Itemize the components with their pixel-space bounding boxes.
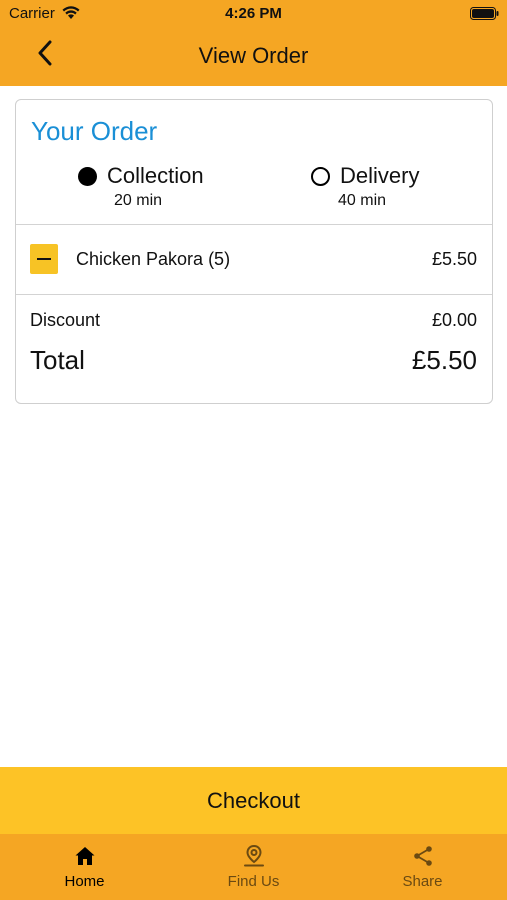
share-icon [411, 844, 435, 868]
nav-bar: View Order [0, 28, 507, 86]
header: Carrier 4:26 PM View Order [0, 0, 507, 86]
status-bar: Carrier 4:26 PM [0, 0, 507, 28]
collection-option[interactable]: Collection 20 min [78, 162, 268, 210]
battery-icon [470, 7, 499, 20]
order-card: Your Order Collection 20 min Delivery 40… [15, 99, 493, 404]
location-pin-icon [242, 844, 266, 868]
tab-find-us[interactable]: Find Us [169, 834, 338, 900]
collection-time: 20 min [114, 192, 163, 209]
total-value: £5.50 [411, 345, 477, 375]
collection-radio-selected-icon[interactable] [78, 166, 97, 186]
tab-home[interactable]: Home [0, 834, 169, 900]
delivery-label: Delivery [340, 163, 420, 188]
tab-bar: Home Find Us Share [0, 834, 507, 900]
status-time: 4:26 PM [225, 5, 282, 22]
item-name: Chicken Pakora (5) [76, 249, 231, 269]
total-label: Total [30, 345, 85, 375]
item-price: £5.50 [431, 249, 477, 269]
delivery-option[interactable]: Delivery 40 min [311, 162, 481, 210]
discount-value: £0.00 [431, 310, 477, 330]
delivery-time: 40 min [338, 192, 387, 209]
order-item-row: Chicken Pakora (5) £5.50 [16, 225, 492, 294]
view-order-screen: Carrier 4:26 PM View Order Your Order Co… [0, 0, 507, 900]
delivery-radio-unselected-icon[interactable] [311, 166, 330, 186]
minus-icon [37, 257, 51, 261]
checkout-button[interactable]: Checkout [0, 767, 507, 834]
remove-item-button[interactable] [30, 244, 58, 274]
tab-home-label: Home [64, 873, 105, 890]
order-heading: Your Order [31, 116, 158, 146]
tab-share-label: Share [402, 873, 443, 890]
tab-find-us-label: Find Us [227, 873, 280, 890]
page-title: View Order [198, 43, 309, 68]
home-icon [73, 844, 97, 868]
tab-share[interactable]: Share [338, 834, 507, 900]
divider [16, 294, 492, 295]
discount-label: Discount [30, 310, 101, 330]
collection-label: Collection [107, 163, 204, 188]
